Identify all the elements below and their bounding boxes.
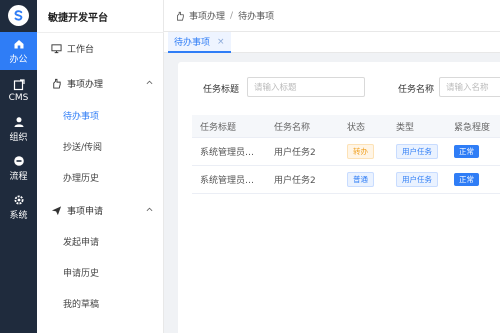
placeholder: 请输入名称 bbox=[446, 83, 489, 93]
close-icon[interactable]: × bbox=[217, 37, 225, 47]
placeholder: 请输入标题 bbox=[254, 83, 297, 93]
task-title-label: 任务标题 bbox=[203, 85, 240, 95]
menu-item-history[interactable]: 办理历史 bbox=[63, 168, 99, 186]
rail-item-cms[interactable]: CMS bbox=[0, 72, 37, 110]
icon-rail: 办公 CMS 组织 流程 系统 bbox=[0, 0, 37, 333]
home-icon bbox=[14, 39, 23, 48]
cms-icon bbox=[13, 79, 25, 91]
hand-icon bbox=[53, 78, 61, 89]
status-badge: 转办 bbox=[347, 144, 374, 159]
cell-name: 用户任务2 bbox=[274, 176, 316, 186]
rail-item-system[interactable]: 系统 bbox=[0, 188, 37, 226]
menu-item-drafts[interactable]: 我的草稿 bbox=[63, 294, 99, 312]
breadcrumb-item[interactable]: 事项办理 bbox=[189, 9, 225, 22]
menu-label: 事项办理 bbox=[67, 79, 104, 90]
header-cell: 紧急程度 bbox=[454, 122, 491, 133]
menu-sidebar: 敏捷开发平台 工作台 事项办理 待办事项 抄送/传阅 办理历史 事项申请 发起申… bbox=[37, 0, 164, 333]
breadcrumb-item: 待办事项 bbox=[238, 12, 275, 22]
breadcrumb: 事项办理 / 待办事项 bbox=[164, 0, 500, 32]
rail-item-flow[interactable]: 流程 bbox=[0, 149, 37, 187]
flow-icon bbox=[13, 155, 24, 166]
menu-item-todo[interactable]: 待办事项 bbox=[63, 106, 99, 124]
monitor-icon bbox=[51, 43, 62, 53]
tab-todo[interactable]: 待办事项 × bbox=[168, 32, 231, 53]
menu-item-start-apply[interactable]: 发起申请 bbox=[63, 232, 99, 250]
type-badge: 用户任务 bbox=[396, 172, 438, 187]
rail-label: 流程 bbox=[9, 171, 28, 182]
rail-item-office[interactable]: 办公 bbox=[0, 32, 37, 70]
cell-title: 系统管理员… bbox=[200, 176, 255, 186]
status-badge: 普通 bbox=[347, 172, 374, 187]
menu-label: 办理历史 bbox=[63, 173, 100, 184]
app-logo-icon[interactable] bbox=[8, 5, 29, 26]
table-row[interactable]: 系统管理员… 用户任务2 转办 用户任务 正常 bbox=[192, 138, 500, 166]
brand-title: 敏捷开发平台 bbox=[48, 13, 108, 24]
hand-icon bbox=[177, 11, 184, 21]
menu-item-cc[interactable]: 抄送/传阅 bbox=[63, 137, 102, 155]
rail-label: 系统 bbox=[9, 210, 28, 221]
menu-label: 申请历史 bbox=[63, 268, 100, 279]
task-title-input[interactable]: 请输入标题 bbox=[247, 77, 365, 97]
content-card: 任务标题 请输入标题 任务名称 请输入名称 任务标题 任务名称 状态 类型 紧急… bbox=[178, 62, 500, 333]
chevron-up-icon bbox=[146, 207, 153, 212]
menu-item-workbench[interactable]: 工作台 bbox=[37, 38, 164, 58]
task-name-label: 任务名称 bbox=[398, 85, 435, 95]
cell-title: 系统管理员… bbox=[200, 148, 255, 158]
cell-name: 用户任务2 bbox=[274, 148, 316, 158]
menu-label: 事项申请 bbox=[67, 206, 104, 217]
rail-label: 组织 bbox=[9, 132, 28, 143]
header-cell: 状态 bbox=[347, 122, 366, 133]
table-row[interactable]: 系统管理员… 用户任务2 普通 用户任务 正常 bbox=[192, 166, 500, 194]
tab-bar: 待办事项 × bbox=[164, 32, 500, 53]
chevron-up-icon bbox=[146, 80, 153, 85]
send-icon bbox=[51, 205, 62, 215]
table-header: 任务标题 任务名称 状态 类型 紧急程度 bbox=[192, 115, 500, 138]
gear-icon bbox=[14, 195, 23, 204]
tab-label: 待办事项 bbox=[174, 38, 211, 48]
menu-label: 待办事项 bbox=[63, 111, 100, 122]
rail-label: 办公 bbox=[9, 54, 28, 65]
menu-group-apply[interactable]: 事项申请 bbox=[37, 200, 164, 220]
rail-item-org[interactable]: 组织 bbox=[0, 110, 37, 148]
menu-label: 抄送/传阅 bbox=[63, 142, 103, 153]
menu-item-apply-history[interactable]: 申请历史 bbox=[63, 263, 99, 281]
menu-group-handle[interactable]: 事项办理 bbox=[37, 73, 164, 93]
header-cell: 类型 bbox=[396, 122, 415, 133]
header-cell: 任务名称 bbox=[274, 122, 311, 133]
menu-label: 工作台 bbox=[67, 44, 95, 55]
user-icon bbox=[14, 116, 23, 127]
rail-label: CMS bbox=[8, 93, 29, 103]
urgency-badge: 正常 bbox=[454, 173, 479, 186]
menu-label: 我的草稿 bbox=[63, 299, 100, 310]
divider bbox=[37, 32, 164, 33]
menu-label: 发起申请 bbox=[63, 237, 100, 248]
urgency-badge: 正常 bbox=[454, 145, 479, 158]
task-name-input[interactable]: 请输入名称 bbox=[439, 77, 500, 97]
breadcrumb-separator: / bbox=[230, 10, 234, 21]
type-badge: 用户任务 bbox=[396, 144, 438, 159]
header-cell: 任务标题 bbox=[200, 122, 237, 133]
